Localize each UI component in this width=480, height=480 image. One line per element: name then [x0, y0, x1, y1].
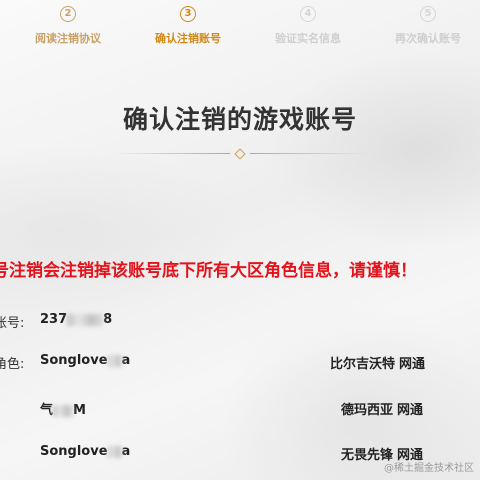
step-label: 确认注销账号 — [155, 32, 221, 45]
role-name: Songlove a — [40, 444, 131, 459]
role-row: 角色: Songlove a 比尔吉沃特 网通 — [0, 353, 480, 375]
warning-message: 号注销会注销掉该账号底下所有大区角色信息，请谨慎！ — [0, 261, 417, 281]
roles-label: 角色: — [0, 357, 25, 372]
role-server: 比尔吉沃特 网通 — [330, 357, 426, 372]
account-row: 账号: 237 8 — [0, 312, 480, 334]
step-verify-identity: 4 验证实名信息 — [248, 6, 368, 46]
step-label: 再次确认账号 — [395, 32, 461, 45]
masked-text — [107, 354, 122, 367]
account-value: 237 8 — [40, 312, 113, 327]
page-title: 确认注销的游戏账号 — [122, 105, 357, 134]
role-name: 气M — [40, 403, 86, 418]
step-label: 阅读注销协议 — [35, 32, 101, 45]
watermark: @稀土掘金技术社区 — [384, 463, 474, 474]
masked-text — [53, 404, 74, 417]
role-row: 气M 德玛西亚 网通 — [0, 399, 480, 421]
step-confirm-account: 3 确认注销账号 — [128, 6, 248, 46]
step-number: 2 — [60, 6, 76, 22]
step-reconfirm-account: 5 再次确认账号 — [368, 6, 480, 46]
masked-text — [107, 445, 122, 458]
step-number: 3 — [180, 6, 196, 22]
step-number: 5 — [420, 6, 436, 22]
masked-text — [67, 313, 104, 326]
account-label: 账号: — [0, 316, 25, 331]
role-name: Songlove a — [40, 353, 131, 368]
step-number: 4 — [300, 6, 316, 22]
progress-steps: 2 阅读注销协议 3 确认注销账号 4 验证实名信息 5 再次确认账号 — [0, 0, 480, 62]
role-server: 德玛西亚 网通 — [341, 403, 424, 418]
step-label: 验证实名信息 — [275, 32, 341, 45]
diamond-ornament-icon — [234, 148, 246, 160]
title-divider — [112, 148, 368, 160]
step-read-agreement: 2 阅读注销协议 — [8, 6, 128, 46]
